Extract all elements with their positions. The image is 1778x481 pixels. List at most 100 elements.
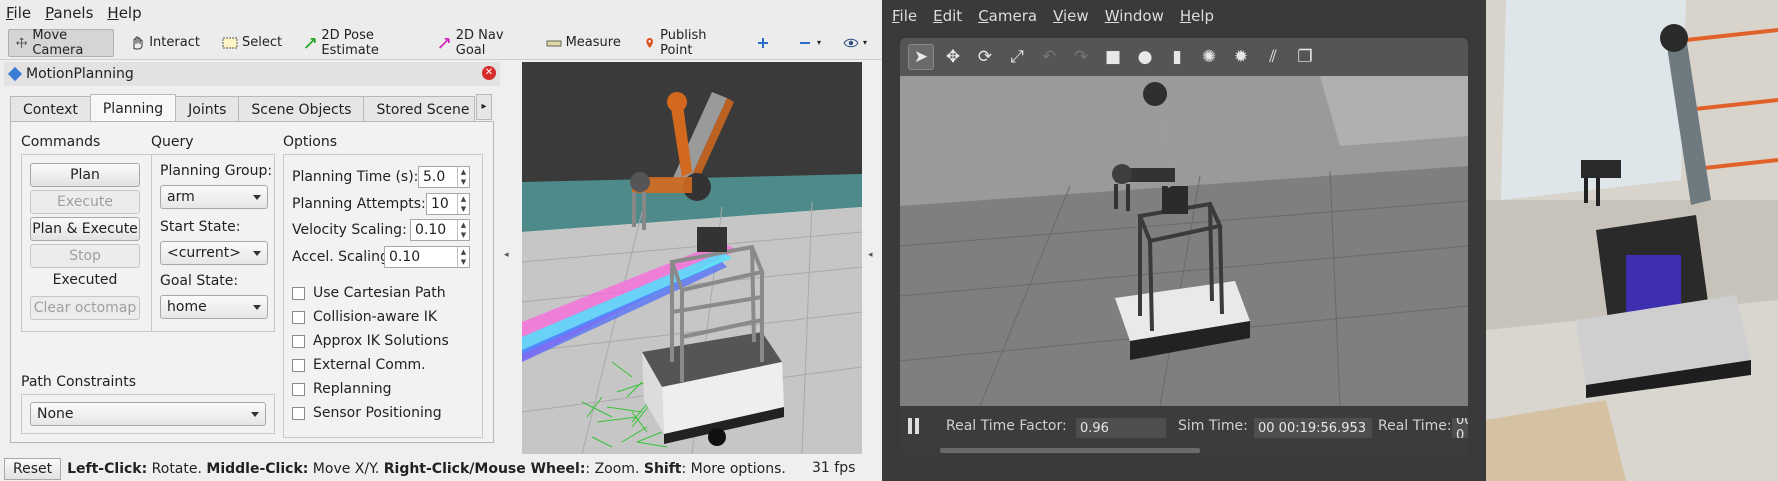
rotate-icon[interactable]: ⟳ [972,44,998,70]
checkbox-box[interactable] [292,310,305,324]
tab-scene-objects[interactable]: Scene Objects [238,96,365,122]
splitter-handle-icon[interactable]: ◂ [504,250,509,260]
spin-arrows-icon[interactable]: ▲ ▼ [457,167,469,187]
select-tool[interactable]: Select [215,29,289,57]
horizontal-scrollbar[interactable] [940,448,1200,453]
stop-button[interactable]: Stop [30,244,140,268]
external-comm-checkbox[interactable]: External Comm. [292,357,426,373]
spin-arrows-icon[interactable]: ▲ ▼ [457,194,469,214]
real-time-factor-value: 0.96 [1076,418,1166,438]
checkbox-box[interactable] [292,334,305,348]
velocity-scaling-spinbox[interactable]: 0.10 ▲ ▼ [410,219,470,241]
spot-light-icon[interactable]: ⫽ [1260,44,1286,70]
publish-point-tool[interactable]: Publish Point [636,28,736,58]
chevron-down-icon [253,195,261,200]
measure-label: Measure [565,35,621,50]
gz-menu-help[interactable]: Help [1180,7,1214,25]
commands-frame: Plan Execute Plan & Execute Stop Execute… [21,154,159,332]
planning-attempts-spinbox[interactable]: 10 ▲ ▼ [426,193,470,215]
fps-readout: 31 fps [812,460,856,476]
accel-scaling-spinbox[interactable]: 0.10 ▲ ▼ [384,246,470,268]
menu-help[interactable]: Help [107,4,141,22]
undo-icon[interactable]: ↶ [1036,44,1062,70]
planning-group-value: arm [167,189,195,205]
copy-icon[interactable]: ❐ [1292,44,1318,70]
use-cartesian-path-checkbox[interactable]: Use Cartesian Path [292,285,446,301]
rviz-3d-viewport[interactable] [522,62,862,454]
checkbox-box[interactable] [292,286,305,300]
plan-button[interactable]: Plan [30,163,140,187]
measure-tool[interactable]: Measure [539,29,628,57]
add-tool-button[interactable] [748,29,782,57]
cylinder-shape-icon[interactable]: ▮ [1164,44,1190,70]
path-constraints-value: None [37,406,74,422]
sun-light-icon[interactable]: ✺ [1196,44,1222,70]
gz-menu-view[interactable]: View [1053,7,1089,25]
sensor-positioning-checkbox[interactable]: Sensor Positioning [292,405,442,421]
checkbox-box[interactable] [292,382,305,396]
start-state-select[interactable]: <current> [160,241,268,265]
point-light-icon[interactable]: ✹ [1228,44,1254,70]
checkbox-box[interactable] [292,358,305,372]
planning-group-select[interactable]: arm [160,185,268,209]
spin-arrows-icon[interactable]: ▲ ▼ [457,220,469,240]
tab-joints[interactable]: Joints [175,96,240,122]
tab-stored-scene[interactable]: Stored Scene [363,96,476,122]
interact-label: Interact [149,35,200,50]
tab-planning[interactable]: Planning [89,94,177,122]
collision-aware-ik-checkbox[interactable]: Collision-aware IK [292,309,437,325]
translate-icon[interactable]: ✥ [940,44,966,70]
path-constraints-select[interactable]: None [30,402,266,426]
tab-context[interactable]: Context [10,96,91,122]
gz-menu-edit[interactable]: Edit [933,7,962,25]
start-state-label: Start State: [160,219,241,235]
interact-tool[interactable]: Interact [122,29,207,57]
goal-state-select[interactable]: home [160,295,268,319]
splitter-handle-icon[interactable]: ◂ [868,250,873,260]
replanning-checkbox[interactable]: Replanning [292,381,391,397]
redo-icon[interactable]: ↷ [1068,44,1094,70]
green-arrow-icon [305,37,316,49]
chevron-down-icon [253,305,261,310]
reset-button[interactable]: Reset [4,457,62,480]
checkbox-label: Sensor Positioning [313,405,442,421]
pause-icon[interactable] [908,418,922,434]
pointer-icon[interactable]: ➤ [908,44,934,70]
hand-icon [133,36,143,49]
spin-arrows-icon[interactable]: ▲ ▼ [457,247,469,267]
map-pin-icon [646,37,653,48]
eye-icon [843,38,859,47]
planning-time-spinbox[interactable]: 5.0 ▲ ▼ [418,166,470,188]
checkbox-box[interactable] [292,406,305,420]
gazebo-3d-viewport[interactable] [900,76,1468,406]
real-robot-photo [1486,0,1778,481]
view-tool-button[interactable]: ▾ [836,29,874,57]
move-camera-tool[interactable]: Move Camera [8,28,115,58]
nav-goal-tool[interactable]: 2D Nav Goal [431,27,530,58]
remove-tool-button[interactable]: ▾ [790,29,828,57]
sphere-shape-icon[interactable]: ● [1132,44,1158,70]
clear-octomap-button[interactable]: Clear octomap [30,296,140,320]
menu-file[interactable]: File [6,4,31,22]
box-shape-icon[interactable]: ■ [1100,44,1126,70]
pose-estimate-tool[interactable]: 2D Pose Estimate [297,28,423,58]
planning-time-value: 5.0 [423,169,446,185]
select-box-icon [222,37,238,48]
checkbox-label: Approx IK Solutions [313,333,449,349]
panel-diamond-icon [7,66,23,82]
nav-goal-label: 2D Nav Goal [455,27,504,58]
gz-menu-file[interactable]: File [892,7,917,25]
execute-button[interactable]: Execute [30,190,140,214]
plan-execute-button[interactable]: Plan & Execute [30,217,140,241]
menu-panels[interactable]: Panels [45,4,93,22]
gazebo-scene [900,76,1468,406]
scale-icon[interactable]: ⤢ [1004,44,1030,70]
gz-menu-window[interactable]: Window [1105,7,1164,25]
gz-menu-camera[interactable]: Camera [978,7,1037,25]
close-icon[interactable]: ✕ [482,66,496,80]
approx-ik-checkbox[interactable]: Approx IK Solutions [292,333,449,349]
tab-scroll-right-icon[interactable]: ▸ [476,94,492,120]
sim-time-label: Sim Time: [1178,418,1248,434]
lab-photo-scene [1486,0,1778,481]
rviz-scene [522,62,862,454]
